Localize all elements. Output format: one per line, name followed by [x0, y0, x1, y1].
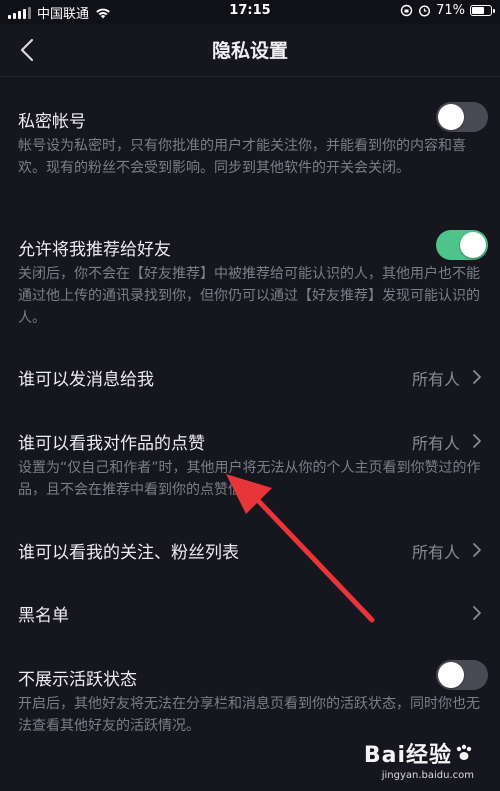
watermark-url: jingyan.baidu.com: [381, 770, 474, 781]
recommend-to-friends-desc: 关闭后，你不会在【好友推荐】中被推荐给可能认识的人，其他用户也不能通过他上传的通…: [18, 266, 480, 326]
private-account-label: 私密帐号: [18, 112, 86, 132]
setting-hide-active-status: 不展示活跃状态 开启后，其他好友将无法在分享栏和消息页看到你的活跃状态，同时你也…: [0, 656, 500, 740]
battery-percent: 71%: [436, 3, 465, 18]
setting-recommend-to-friends: 允许将我推荐给好友 关闭后，你不会在【好友推荐】中被推荐给可能认识的人，其他用户…: [0, 227, 500, 331]
toggle-knob: [460, 232, 486, 258]
chevron-right-icon: [473, 370, 481, 384]
nav-bar: 隐私设置: [0, 24, 500, 77]
who-can-see-likes-desc: 设置为“仅自己和作者”时，其他用户将无法从你的个人主页看到你赞过的作品，且不会在…: [18, 460, 481, 498]
recommend-to-friends-toggle[interactable]: [436, 230, 488, 260]
toggle-knob: [438, 662, 464, 688]
setting-who-can-message[interactable]: 谁可以发消息给我 所有人: [0, 356, 500, 396]
status-right: 71%: [400, 3, 495, 18]
paw-icon: [456, 744, 472, 760]
watermark-brand-text: Bai经验: [363, 743, 452, 768]
chevron-right-icon: [473, 434, 481, 448]
rotation-lock-icon: [400, 4, 413, 17]
hide-active-status-label: 不展示活跃状态: [18, 670, 137, 690]
alarm-icon: [419, 5, 431, 17]
blacklist-label: 黑名单: [18, 606, 69, 626]
chevron-right-icon: [473, 606, 481, 620]
status-bar: 中国联通 17:15 71%: [0, 0, 500, 24]
setting-who-can-see-likes[interactable]: 谁可以看我对作品的点赞 所有人 设置为“仅自己和作者”时，其他用户将无法从你的个…: [0, 420, 500, 500]
setting-private-account: 私密帐号 帐号设为私密时，只有你批准的用户才能关注你，并能看到你的内容和喜欢。现…: [0, 96, 500, 200]
battery-icon: [470, 5, 495, 16]
hide-active-status-desc: 开启后，其他好友将无法在分享栏和消息页看到你的活跃状态，同时你也无法查看其他好友…: [18, 696, 480, 734]
chevron-right-icon: [473, 543, 481, 557]
private-account-toggle[interactable]: [436, 102, 488, 132]
setting-who-can-see-follow-list[interactable]: 谁可以看我的关注、粉丝列表 所有人: [0, 530, 500, 570]
hide-active-status-toggle[interactable]: [436, 660, 488, 690]
private-account-desc: 帐号设为私密时，只有你批准的用户才能关注你，并能看到你的内容和喜欢。现有的粉丝不…: [18, 138, 466, 176]
baidu-jingyan-watermark: Bai经验 jingyan.baidu.com: [364, 737, 474, 781]
who-can-see-follow-list-label: 谁可以看我的关注、粉丝列表: [18, 543, 239, 563]
toggle-knob: [438, 104, 464, 130]
who-can-see-likes-label: 谁可以看我对作品的点赞: [18, 434, 205, 454]
recommend-to-friends-label: 允许将我推荐给好友: [18, 240, 171, 260]
who-can-see-likes-value: 所有人: [411, 434, 460, 453]
setting-blacklist[interactable]: 黑名单: [0, 592, 500, 632]
page-title: 隐私设置: [211, 40, 288, 62]
who-can-see-follow-list-value: 所有人: [411, 543, 460, 562]
watermark-brand: Bai经验: [364, 737, 474, 769]
who-can-message-label: 谁可以发消息给我: [18, 370, 154, 390]
who-can-message-value: 所有人: [411, 370, 460, 389]
